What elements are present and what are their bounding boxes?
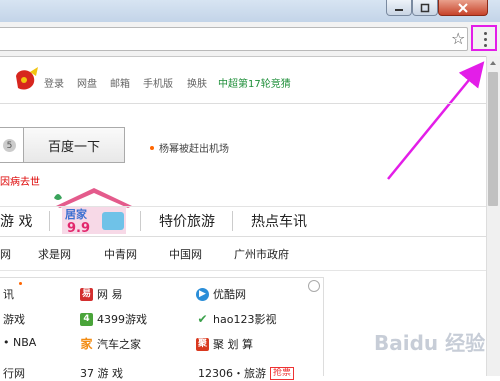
list-item-label: 网 易 [97,288,123,301]
address-bar[interactable] [0,27,468,51]
list-item-label: 汽车之家 [97,338,141,351]
list-item-label: 37 游 戏 [80,367,123,380]
list-item-label: 讯 [3,288,14,301]
juhuasuan-icon: 聚 [196,337,209,351]
list-item[interactable]: 行网 [3,365,25,381]
list-item[interactable]: 聚 聚 划 算 [196,336,253,352]
list-item[interactable]: • NBA [3,336,36,349]
list-item[interactable]: 4 4399游戏 [80,311,147,327]
netease-icon: 易 [80,287,93,301]
site-logo-icon[interactable] [6,62,40,96]
minimize-icon [395,8,403,11]
list-item-label: 游戏 [3,313,25,326]
close-icon [458,2,468,13]
mail-link[interactable]: 邮箱 [110,75,130,90]
list-item[interactable]: ▶ 优酷网 [196,286,246,302]
list-item[interactable]: 游戏 [3,311,25,327]
site-link[interactable]: 网 [0,246,11,262]
list-item-label: 行网 [3,367,25,380]
category-bottom-border [0,236,486,237]
annotation-arrow [387,61,485,180]
list-item-label: • NBA [3,336,37,349]
list-item[interactable]: 易 网 易 [80,286,123,302]
red-news-link[interactable]: 因病去世 [0,173,40,188]
list-item[interactable]: 37 游 戏 [80,365,123,381]
list-item-label: 聚 划 算 [213,338,253,351]
autohome-icon: 家 [80,336,93,351]
lottery-link[interactable]: 中超第17轮竞猜 [218,75,291,90]
category-separator [232,211,233,231]
list-item[interactable]: ✔ hao123影视 [196,311,276,327]
search-count-badge: 5 [3,139,16,152]
scroll-up-arrow-icon[interactable] [486,56,500,70]
promo-banner[interactable]: 居家 9.9 [50,184,138,236]
tab-travel-deals[interactable]: 特价旅游 [159,211,215,231]
youku-icon: ▶ [196,287,209,301]
promo-line2: 9.9 [67,221,90,236]
4399-icon: 4 [80,312,93,326]
watermark-text: Baidu 经验 [374,331,485,355]
category-separator [140,211,141,231]
site-link[interactable]: 中青网 [104,246,137,262]
site-link[interactable]: 广州市政府 [234,246,289,262]
search-button[interactable]: 百度一下 [23,127,125,163]
bookmark-star-icon[interactable]: ☆ [451,29,465,49]
hao123-icon: ✔ [196,311,209,326]
close-window-button[interactable] [438,0,488,16]
scrollbar-thumb[interactable] [488,72,498,206]
tab-car-news[interactable]: 热点车讯 [251,211,307,231]
category-separator [49,211,50,231]
sites-divider [0,270,486,271]
minimize-button[interactable] [386,0,412,16]
list-item[interactable]: 12306・旅游 抢票 [198,365,295,381]
list-item-label: 12306・旅游 [198,367,266,380]
tab-games[interactable]: 游 戏 [0,211,32,231]
list-item-label: 优酷网 [213,288,246,301]
netdisk-link[interactable]: 网盘 [77,75,97,90]
maximize-button[interactable] [412,0,438,16]
promo-line1: 居家 [65,207,88,221]
header-divider [0,103,486,104]
grab-ticket-badge[interactable]: 抢票 [270,366,295,380]
hot-news-link[interactable]: 杨幂被赶出机场 [159,140,229,155]
login-link[interactable]: 登录 [44,75,64,90]
menu-highlight-box [471,25,497,51]
list-item-label: hao123影视 [213,313,277,326]
list-item[interactable]: 家 汽车之家 [80,336,141,352]
mobile-link[interactable]: 手机版 [143,75,173,90]
skin-link[interactable]: 换肤 [187,75,207,90]
list-item[interactable]: 讯 [3,286,14,302]
list-item-label: 4399游戏 [97,313,147,326]
category-top-border [0,206,486,207]
new-dot [19,282,22,285]
site-link[interactable]: 中国网 [169,246,202,262]
site-link[interactable]: 求是网 [38,246,71,262]
gear-icon[interactable] [308,280,320,292]
restore-icon [420,3,430,12]
hot-news-dot [150,146,154,150]
baidu-watermark-logo: Baidu 经验 [374,331,485,355]
